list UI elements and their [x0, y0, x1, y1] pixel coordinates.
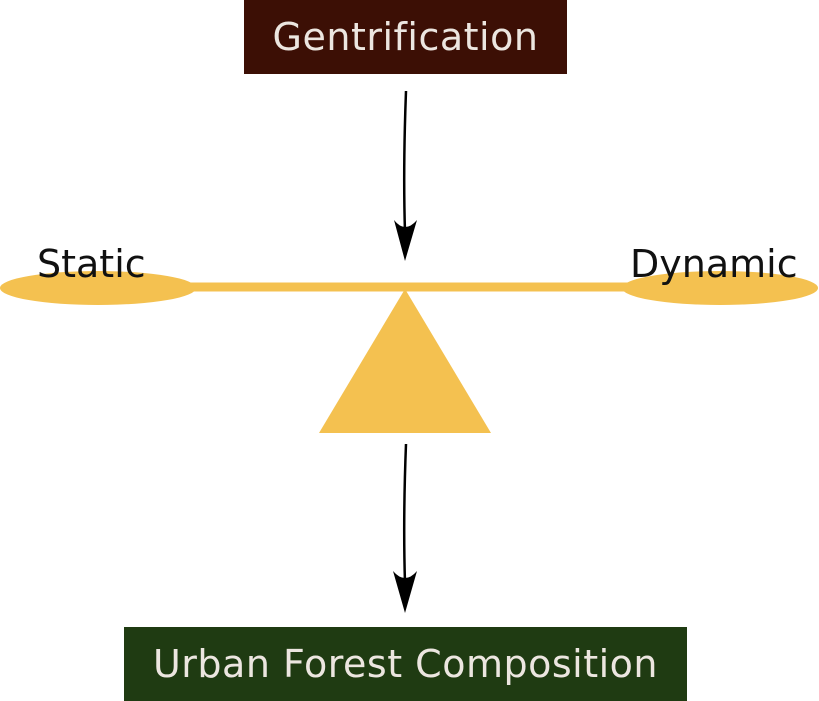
arrow-balance-to-urban-forest [393, 443, 417, 613]
arrow-gentrification-to-balance [394, 90, 417, 261]
diagram-graphics [0, 90, 818, 613]
urban-forest-composition-label: Urban Forest Composition [152, 642, 659, 686]
static-label: Static [37, 242, 146, 286]
gentrification-box: Gentrification [244, 0, 567, 74]
diagram-canvas: Gentrification Static Dynamic Urban Fore… [0, 0, 819, 701]
gentrification-label: Gentrification [272, 15, 539, 59]
urban-forest-composition-box: Urban Forest Composition [124, 627, 687, 701]
dynamic-label: Dynamic [630, 242, 798, 286]
balance-fulcrum [319, 289, 491, 433]
